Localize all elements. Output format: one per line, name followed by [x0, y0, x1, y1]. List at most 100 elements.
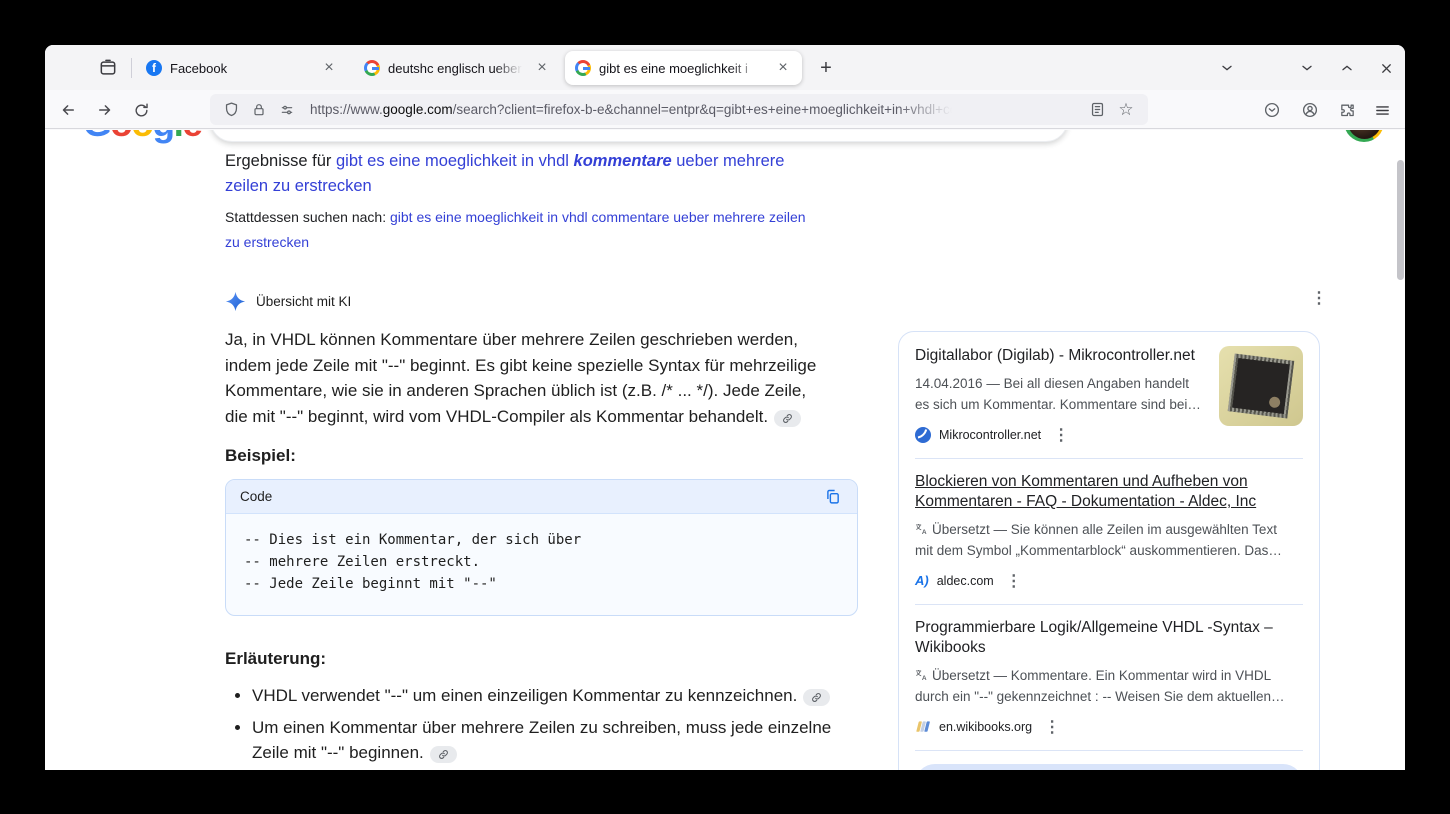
source-title[interactable]: Digitallabor (Digilab) - Mikrocontroller… — [915, 346, 1207, 367]
source-menu-button[interactable] — [1006, 571, 1022, 591]
citation-chip[interactable] — [430, 746, 457, 763]
ai-overview-paragraph: Ja, in VHDL können Kommentare über mehre… — [225, 327, 870, 429]
tab-close-icon[interactable] — [774, 59, 792, 77]
browser-window: f Facebook deutshc englisch uebersetz gi… — [45, 45, 1405, 770]
tab-title: deutshc englisch uebersetz — [388, 61, 525, 76]
source-card-wikibooks[interactable]: Programmierbare Logik/Allgemeine VHDL -S… — [915, 618, 1303, 737]
explanation-list: VHDL verwendet "--" um einen einzeiligen… — [225, 683, 865, 770]
tab-close-icon[interactable] — [320, 59, 338, 77]
translate-icon: A — [915, 669, 928, 682]
main-results-column: Ergebnisse für gibt es eine moeglichkeit… — [225, 130, 870, 770]
chevron-down-icon — [1219, 60, 1235, 76]
source-menu-button[interactable] — [1044, 717, 1060, 737]
url-bar[interactable]: https://www.google.com/search?client=fir… — [210, 94, 1148, 125]
source-snippet: AÜbersetzt — Kommentare. Ein Kommentar w… — [915, 665, 1285, 708]
url-text: https://www.google.com/search?client=fir… — [310, 102, 1086, 117]
forward-button[interactable] — [90, 95, 120, 125]
url-protocol: https://www. — [310, 102, 383, 117]
firefox-view-icon — [98, 58, 118, 78]
beispiel-heading: Beispiel: — [225, 446, 870, 466]
menu-button[interactable] — [1367, 95, 1397, 125]
puzzle-icon — [1339, 102, 1356, 119]
account-button[interactable] — [1295, 95, 1325, 125]
facebook-favicon: f — [146, 60, 162, 76]
source-card-aldec[interactable]: Blockieren von Kommentaren und Aufheben … — [915, 472, 1303, 591]
lock-icon[interactable] — [248, 99, 270, 121]
permissions-icon[interactable] — [276, 99, 298, 121]
url-path: /search?client=firefox-b-e&channel=entpr… — [453, 102, 958, 117]
window-maximize-button[interactable] — [1332, 53, 1362, 83]
back-button[interactable] — [53, 95, 83, 125]
tab-bar: f Facebook deutshc englisch uebersetz gi… — [45, 45, 1405, 90]
tab-active-search[interactable]: gibt es eine moeglichkeit i — [565, 51, 802, 85]
window-minimize-button[interactable] — [1292, 53, 1322, 83]
link-icon — [782, 413, 793, 424]
svg-text:A: A — [922, 675, 927, 682]
profile-avatar[interactable] — [1344, 130, 1384, 142]
mikrocontroller-favicon — [915, 427, 931, 443]
corrected-term: kommentare — [574, 152, 672, 170]
pocket-button[interactable] — [1257, 95, 1287, 125]
ai-overview-header: Übersicht mit KI — [225, 290, 870, 312]
reload-button[interactable] — [126, 95, 156, 125]
new-tab-button[interactable] — [812, 54, 840, 82]
extensions-button[interactable] — [1332, 95, 1362, 125]
forward-arrow-icon — [96, 101, 114, 119]
aldec-favicon: A) — [915, 573, 929, 588]
url-domain: google.com — [383, 102, 453, 117]
result-thumbnail-chip-image[interactable] — [1219, 346, 1303, 426]
source-menu-button[interactable] — [1053, 425, 1069, 445]
show-all-button[interactable] — [915, 764, 1303, 771]
code-card: Code -- Dies ist ein Kommentar, der sich… — [225, 479, 858, 616]
divider — [915, 458, 1303, 459]
firefox-view-button[interactable] — [92, 52, 124, 84]
bookmark-star-icon[interactable] — [1114, 98, 1138, 122]
source-title[interactable]: Blockieren von Kommentaren und Aufheben … — [915, 472, 1303, 513]
tab-title: Facebook — [170, 61, 312, 76]
divider — [915, 604, 1303, 605]
tracking-shield-icon[interactable] — [220, 99, 242, 121]
source-snippet: AÜbersetzt — Sie können alle Zeilen im a… — [915, 519, 1285, 562]
divider — [915, 750, 1303, 751]
window-close-button[interactable] — [1371, 53, 1401, 83]
hamburger-icon — [1374, 102, 1391, 119]
chevron-up-icon — [1339, 60, 1355, 76]
ai-overview-label: Übersicht mit KI — [256, 294, 351, 309]
tab-close-icon[interactable] — [533, 59, 551, 77]
results-for-prefix: Ergebnisse für — [225, 152, 336, 170]
reader-mode-icon[interactable] — [1086, 99, 1108, 121]
copy-icon — [824, 488, 841, 505]
results-for-line: Ergebnisse für gibt es eine moeglichkeit… — [225, 149, 815, 199]
google-favicon — [364, 60, 380, 76]
source-card-mikrocontroller[interactable]: Digitallabor (Digilab) - Mikrocontroller… — [915, 346, 1303, 445]
ai-sources-panel: Digitallabor (Digilab) - Mikrocontroller… — [898, 331, 1320, 770]
source-title[interactable]: Programmierbare Logik/Allgemeine VHDL -S… — [915, 618, 1303, 659]
code-card-header: Code — [226, 480, 857, 514]
source-domain: en.wikibooks.org — [939, 720, 1032, 734]
source-domain: aldec.com — [937, 574, 994, 588]
svg-text:A: A — [922, 529, 927, 536]
ai-sparkle-icon — [225, 291, 246, 312]
translate-icon: A — [915, 523, 928, 536]
reload-icon — [133, 102, 150, 119]
google-logo: Google — [83, 130, 201, 145]
citation-chip[interactable] — [774, 410, 801, 427]
close-icon — [1379, 61, 1394, 76]
list-all-tabs-button[interactable] — [1212, 53, 1242, 83]
navigation-toolbar: https://www.google.com/search?client=fir… — [45, 90, 1405, 129]
tab-facebook[interactable]: f Facebook — [136, 51, 348, 85]
google-favicon — [575, 60, 591, 76]
account-icon — [1301, 101, 1319, 119]
link-icon — [438, 749, 449, 760]
ai-overview-menu-button[interactable] — [1307, 286, 1331, 310]
back-arrow-icon — [59, 101, 77, 119]
citation-chip[interactable] — [803, 689, 830, 706]
list-item: VHDL verwendet "--" um einen einzeiligen… — [252, 683, 865, 709]
copy-code-button[interactable] — [821, 486, 843, 508]
page-scrollbar[interactable] — [1397, 160, 1404, 280]
tab-separator — [131, 58, 132, 78]
wikibooks-favicon — [915, 719, 931, 735]
tab-translate[interactable]: deutshc englisch uebersetz — [354, 51, 561, 85]
instead-prefix: Stattdessen suchen nach: — [225, 209, 390, 225]
code-panel-title: Code — [240, 489, 821, 504]
